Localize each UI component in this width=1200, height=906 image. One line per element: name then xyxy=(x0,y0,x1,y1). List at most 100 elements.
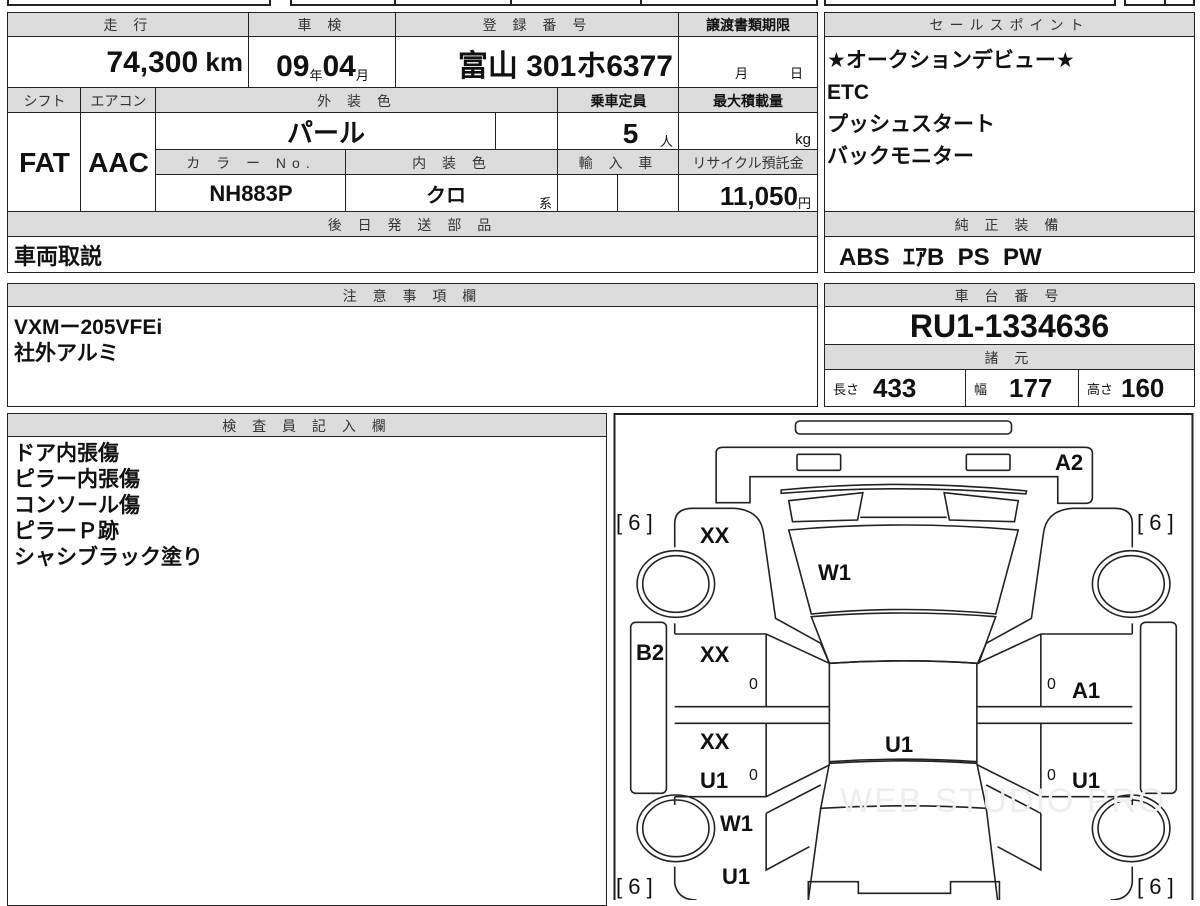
top-strip-cell xyxy=(1124,0,1166,6)
damage-windshield: W1 xyxy=(818,560,851,585)
front-right-door-zero: 0 xyxy=(1047,676,1056,693)
capacity-value: 5 xyxy=(622,118,639,149)
car-outline-icon xyxy=(610,410,1200,900)
sales-points-header: セールスポイント xyxy=(824,12,1195,38)
damage-rear-left-door-2: U1 xyxy=(700,768,729,793)
aircon-header: エアコン xyxy=(80,87,157,114)
length-cell: 長さ 433 xyxy=(824,369,967,407)
front-left-door-zero: 0 xyxy=(749,676,758,693)
transfer-day-unit: 日 xyxy=(789,66,803,81)
top-strip-cell xyxy=(640,0,818,6)
damage-roof: U1 xyxy=(885,732,914,757)
standard-equipment-value: ABS ｴｱB PS PW xyxy=(824,236,1195,273)
import-cell-1 xyxy=(557,174,619,213)
notes-header: 注 意 事 項 欄 xyxy=(7,283,818,308)
shift-value: FAT xyxy=(7,112,82,213)
chassis-header: 車 台 番 号 xyxy=(824,283,1195,308)
damage-rear-left-door: XX xyxy=(700,729,730,754)
specs-header: 諸 元 xyxy=(824,344,1195,371)
mileage-value: 74,300 xyxy=(106,45,199,79)
standard-equipment-header: 純 正 装 備 xyxy=(824,211,1195,238)
notes-body: VXMー205VFEi 社外アルミ xyxy=(7,306,818,407)
capacity-cell: 5 人 xyxy=(557,112,680,151)
tire-depth-front-left: [ 6 ] xyxy=(616,510,653,535)
mileage-cell: 74,300 km xyxy=(7,36,250,89)
top-strip-cell xyxy=(394,0,512,6)
inspection-header: 車 検 xyxy=(248,12,397,38)
later-parts-header: 後 日 発 送 部 品 xyxy=(7,211,818,238)
year-unit: 年 xyxy=(309,68,323,83)
recycle-header: リサイクル預託金 xyxy=(678,149,818,176)
rear-right-door-zero: 0 xyxy=(1047,767,1056,784)
length-label: 長さ xyxy=(833,381,860,397)
height-cell: 高さ 160 xyxy=(1078,369,1195,407)
width-cell: 幅 177 xyxy=(965,369,1080,407)
later-parts-value: 車両取説 xyxy=(7,236,818,273)
exterior-color-header: 外 装 色 xyxy=(155,87,559,114)
top-strip-cell xyxy=(510,0,642,6)
mileage-header: 走 行 xyxy=(7,12,250,38)
inspector-line: ドア内張傷 xyxy=(14,442,119,465)
inspector-line: ピラー内張傷 xyxy=(14,468,140,491)
exterior-color-extra xyxy=(495,112,559,151)
height-label: 高さ xyxy=(1087,381,1114,397)
max-load-unit: kg xyxy=(678,112,818,151)
damage-front-right-door: A1 xyxy=(1072,678,1101,703)
damage-front-bumper: A2 xyxy=(1055,450,1084,475)
capacity-unit: 人 xyxy=(659,134,673,149)
interior-color-header: 内 装 色 xyxy=(345,149,559,176)
interior-color-value: クロ xyxy=(426,185,466,207)
watermark: WEB STUDIO PRO xyxy=(840,782,1167,820)
top-strip-cell xyxy=(290,0,396,6)
interior-color-cell: クロ系 xyxy=(345,174,559,213)
top-strip-cell xyxy=(1164,0,1195,6)
length-value: 433 xyxy=(873,372,917,403)
capacity-header: 乗車定員 xyxy=(557,87,680,114)
mileage-unit: km xyxy=(205,47,243,77)
sales-point-item: ETC xyxy=(827,81,869,104)
registration-value: 富山 301ホ6377 xyxy=(395,36,680,89)
height-value: 160 xyxy=(1121,372,1165,403)
month-unit: 月 xyxy=(355,68,369,83)
aircon-value: AAC xyxy=(80,112,157,213)
transfer-deadline-cell: 月日 xyxy=(678,36,818,89)
inspector-header: 検 査 員 記 入 欄 xyxy=(7,413,607,438)
interior-color-suffix: 系 xyxy=(538,196,552,211)
sales-points-list: ★オークションデビュー★ ETC プッシュスタート バックモニター xyxy=(824,36,1195,213)
rear-left-door-zero: 0 xyxy=(749,767,758,784)
inspection-month: 04 xyxy=(322,50,356,83)
damage-rear-left-window: W1 xyxy=(720,811,753,836)
damage-front-left-door: XX xyxy=(700,642,730,667)
damage-rear-right-door: U1 xyxy=(1072,768,1101,793)
damage-left-sill: B2 xyxy=(636,640,665,665)
inspector-line: コンソール傷 xyxy=(14,494,140,517)
tire-depth-front-right: [ 6 ] xyxy=(1137,510,1174,535)
import-header: 輸 入 車 xyxy=(557,149,680,176)
width-label: 幅 xyxy=(974,381,988,397)
notes-line: VXMー205VFEi xyxy=(14,316,163,339)
tire-depth-rear-left: [ 6 ] xyxy=(616,874,653,899)
inspector-line: シャシブラック塗り xyxy=(14,546,203,569)
transfer-deadline-header: 譲渡書類期限 xyxy=(678,12,818,38)
sales-point-item: ★オークションデビュー★ xyxy=(827,49,1075,72)
color-no-value: NH883P xyxy=(155,174,347,213)
recycle-value: 11,050 xyxy=(719,181,798,211)
transfer-month-unit: 月 xyxy=(735,66,749,81)
inspection-year: 09 xyxy=(276,50,310,83)
inspection-cell: 09 年 04 月 xyxy=(248,36,397,89)
sales-point-item: バックモニター xyxy=(827,145,974,168)
chassis-number: RU1-1334636 xyxy=(824,306,1195,346)
top-strip-cell xyxy=(7,0,271,6)
color-no-header: カ ラ ー No. xyxy=(155,149,347,176)
inspector-body: ドア内張傷 ピラー内張傷 コンソール傷 ピラーＰ跡 シャシブラック塗り xyxy=(7,436,607,906)
shift-header: シフト xyxy=(7,87,82,114)
damage-rear-left-quarter: U1 xyxy=(722,864,751,889)
sales-point-item: プッシュスタート xyxy=(827,113,995,136)
exterior-color-value: パール xyxy=(155,112,497,151)
damage-front-left-fender: XX xyxy=(700,523,730,548)
max-load-header: 最大積載量 xyxy=(678,87,818,114)
recycle-unit: 円 xyxy=(797,196,811,211)
recycle-cell: 11,050 円 xyxy=(678,174,818,213)
tire-depth-rear-right: [ 6 ] xyxy=(1137,874,1174,899)
top-strip-cell xyxy=(824,0,1116,6)
